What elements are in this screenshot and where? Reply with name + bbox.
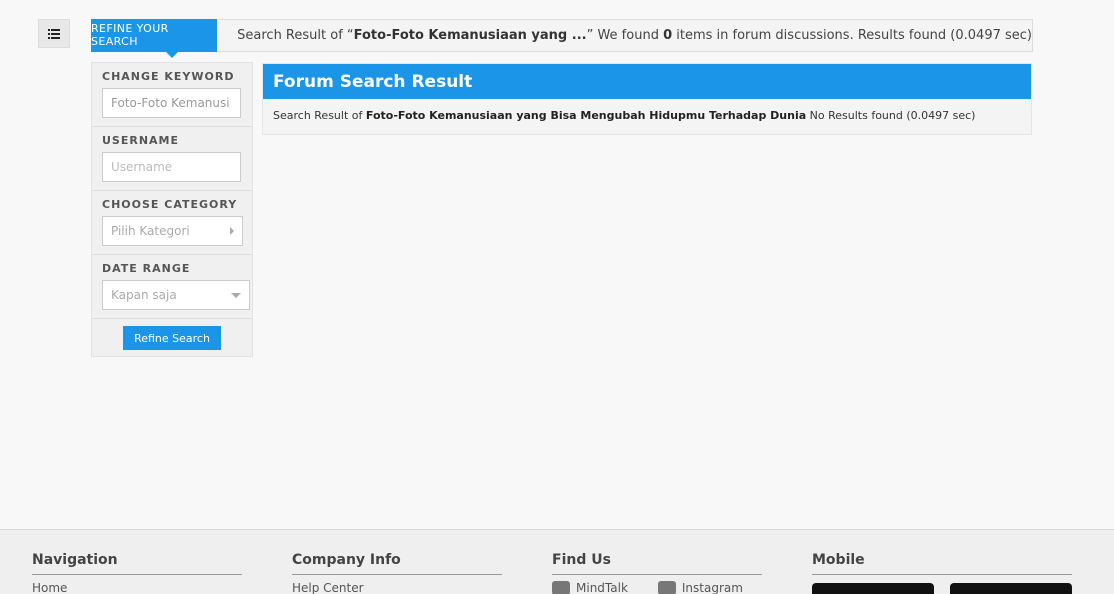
search-summary-text: Search Result of “Foto-Foto Kemanusiaan …: [237, 28, 1032, 43]
username-input[interactable]: [102, 152, 241, 182]
summary-keyword: Foto-Foto Kemanusiaan yang ...: [353, 28, 587, 43]
keyword-label: CHANGE KEYWORD: [102, 70, 235, 83]
footer-company-title: Company Info: [292, 552, 502, 575]
category-value: Pilih Kategori: [111, 224, 190, 238]
date-range-select[interactable]: Kapan saja: [102, 280, 250, 310]
mindtalk-icon: [552, 581, 570, 594]
refine-sidebar: CHANGE KEYWORD USERNAME CHOOSE CATEGORY …: [91, 62, 253, 357]
date-section: DATE RANGE Kapan saja: [92, 255, 252, 319]
keyword-input[interactable]: [102, 88, 241, 118]
summary-prefix: Search Result of “: [237, 28, 354, 43]
footer-mobile-title: Mobile: [812, 552, 1072, 575]
list-icon: [48, 28, 60, 39]
app-store-badge[interactable]: [812, 583, 934, 594]
instagram-label: Instagram: [681, 581, 743, 594]
result-prefix: Search Result of: [273, 109, 366, 122]
refine-search-tab[interactable]: REFINE YOUR SEARCH: [91, 18, 218, 58]
result-message: Search Result of Foto-Foto Kemanusiaan y…: [263, 99, 1031, 132]
category-label: CHOOSE CATEGORY: [102, 198, 238, 211]
search-summary-bar: REFINE YOUR SEARCH Search Result of “Fot…: [91, 18, 1033, 58]
result-suffix: No Results found (0.0497 sec): [806, 109, 976, 122]
footer-link-instagram[interactable]: Instagram: [657, 581, 743, 594]
category-section: CHOOSE CATEGORY Pilih Kategori: [92, 191, 252, 255]
date-value: Kapan saja: [111, 288, 177, 302]
result-query: Foto-Foto Kemanusiaan yang Bisa Mengubah…: [365, 109, 807, 122]
refine-search-button[interactable]: Refine Search: [123, 326, 221, 350]
footer-link-help-center[interactable]: Help Center: [292, 581, 364, 594]
summary-middle: ” We found: [586, 28, 664, 43]
refine-button-wrap: Refine Search: [92, 319, 252, 350]
footer-find-us: Find Us MindTalk Instagram: [552, 552, 762, 594]
date-label: DATE RANGE: [102, 262, 191, 275]
refine-tab-label: REFINE YOUR SEARCH: [91, 22, 169, 48]
footer-navigation-title: Navigation: [32, 552, 242, 575]
footer-navigation: Navigation Home: [32, 552, 242, 594]
username-section: USERNAME: [92, 127, 252, 191]
summary-count: 0: [663, 28, 673, 43]
footer-link-home[interactable]: Home: [32, 581, 67, 594]
footer-link-mindtalk[interactable]: MindTalk: [552, 581, 628, 594]
username-label: USERNAME: [102, 134, 180, 147]
caret-right-icon: [230, 227, 234, 235]
list-view-toggle[interactable]: [38, 19, 70, 48]
footer: Navigation Home Company Info Help Center…: [0, 529, 1114, 594]
instagram-icon: [657, 581, 676, 594]
footer-mobile: Mobile: [812, 552, 1072, 594]
mindtalk-label: MindTalk: [576, 581, 628, 594]
category-select[interactable]: Pilih Kategori: [102, 216, 243, 246]
caret-down-icon: [231, 292, 241, 298]
summary-suffix: items in forum discussions. Results foun…: [672, 28, 1032, 43]
footer-findus-title: Find Us: [552, 552, 762, 575]
google-play-badge[interactable]: [950, 583, 1072, 594]
forum-search-result-panel: Forum Search Result Search Result of Fot…: [262, 63, 1032, 135]
footer-company-info: Company Info Help Center: [292, 552, 502, 594]
keyword-section: CHANGE KEYWORD: [92, 63, 252, 127]
result-title: Forum Search Result: [263, 64, 1031, 99]
